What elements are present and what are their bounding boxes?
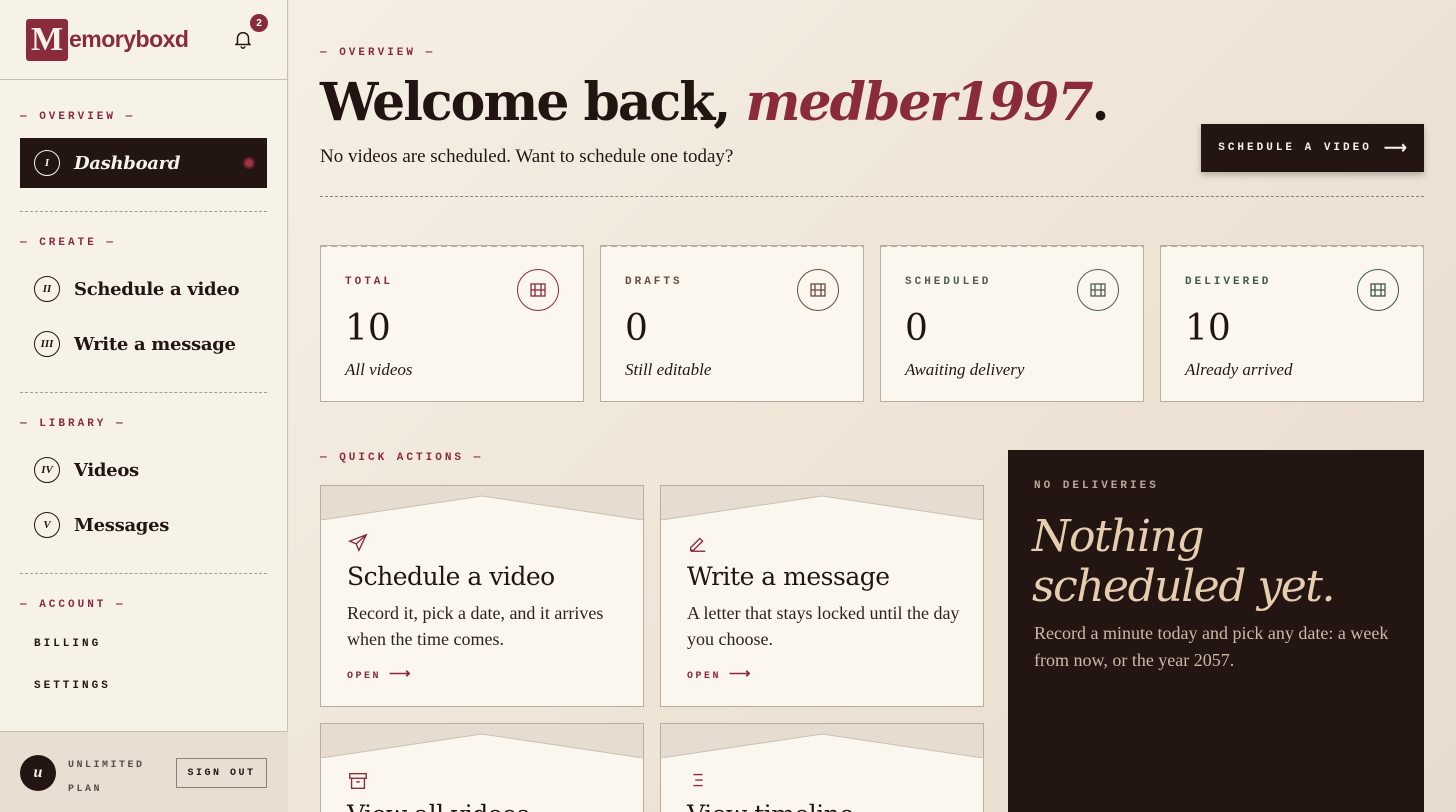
plan-line-1: UNLIMITED: [68, 760, 145, 771]
quick-actions-kicker: — QUICK ACTIONS —: [320, 452, 484, 464]
quick-action-title: View all videos: [347, 800, 529, 812]
numeral-badge: I: [34, 150, 60, 176]
section-label-overview: — OVERVIEW —: [20, 111, 136, 123]
sidebar: M emoryboxd 2 — OVERVIEW — I Dashboard —…: [0, 0, 288, 812]
sign-out-button[interactable]: SIGN OUT: [176, 758, 267, 788]
divider: [20, 573, 267, 574]
quick-action-write-message[interactable]: Write a message A letter that stays lock…: [660, 485, 984, 707]
quick-action-title: Write a message: [687, 562, 890, 591]
divider: [320, 196, 1424, 197]
sidebar-item-label: Schedule a video: [74, 278, 240, 300]
stat-label: SCHEDULED: [905, 276, 992, 288]
numeral-badge: III: [34, 331, 60, 357]
list-icon: [693, 773, 703, 787]
quick-action-view-videos[interactable]: View all videos: [320, 723, 644, 812]
welcome-suffix: .: [1091, 72, 1110, 133]
active-indicator: [243, 157, 255, 169]
envelope-flap: [321, 724, 643, 758]
stat-card-scheduled[interactable]: SCHEDULED 0 Awaiting delivery: [880, 245, 1144, 402]
send-icon: [347, 533, 368, 553]
plan-line-2: PLAN: [68, 784, 103, 795]
divider: [20, 392, 267, 393]
film-icon: [517, 269, 559, 311]
main-content: — OVERVIEW — Welcome back, medber1997. N…: [289, 0, 1456, 812]
sidebar-item-label: Write a message: [74, 333, 236, 355]
arrow-right-icon: ⟶: [389, 666, 411, 683]
numeral-badge: V: [34, 512, 60, 538]
stat-caption: Already arrived: [1185, 360, 1293, 379]
plan-label: UNLIMITED PLAN: [68, 754, 158, 802]
envelope-flap: [321, 486, 643, 520]
section-label-library: — LIBRARY —: [20, 418, 126, 430]
sidebar-item-messages[interactable]: V Messages: [20, 500, 267, 550]
open-label: OPEN: [347, 671, 382, 682]
avatar[interactable]: u: [20, 755, 56, 791]
schedule-video-button[interactable]: SCHEDULE A VIDEO ⟶: [1201, 124, 1424, 172]
deliveries-title: Nothing scheduled yet.: [1032, 511, 1335, 612]
divider: [20, 211, 267, 212]
sidebar-item-write-message[interactable]: III Write a message: [20, 319, 267, 369]
sidebar-item-videos[interactable]: IV Videos: [20, 445, 267, 495]
stat-value: 10: [1185, 308, 1231, 349]
welcome-prefix: Welcome back,: [320, 72, 746, 133]
quick-action-title: Schedule a video: [347, 562, 555, 591]
numeral-badge: II: [34, 276, 60, 302]
stat-card-drafts[interactable]: DRAFTS 0 Still editable: [600, 245, 864, 402]
quick-action-schedule-video[interactable]: Schedule a video Record it, pick a date,…: [320, 485, 644, 707]
stat-label: DELIVERED: [1185, 276, 1272, 288]
stat-caption: Still editable: [625, 360, 712, 379]
open-link[interactable]: OPEN ⟶: [687, 664, 751, 683]
billing-link[interactable]: BILLING: [34, 638, 101, 650]
sidebar-footer: u UNLIMITED PLAN SIGN OUT: [0, 731, 288, 812]
open-link[interactable]: OPEN ⟶: [347, 664, 411, 683]
sidebar-item-label: Dashboard: [74, 152, 181, 174]
notification-badge: 2: [250, 14, 268, 32]
stat-caption: Awaiting delivery: [905, 360, 1025, 379]
stat-card-total[interactable]: TOTAL 10 All videos: [320, 245, 584, 402]
deliveries-kicker: NO DELIVERIES: [1034, 480, 1159, 492]
sidebar-item-dashboard[interactable]: I Dashboard: [20, 138, 267, 188]
deliveries-description: Record a minute today and pick any date:…: [1034, 623, 1389, 670]
quick-action-title: View timeline: [687, 800, 854, 812]
section-label-create: — CREATE —: [20, 237, 117, 249]
bell-icon[interactable]: [232, 28, 254, 50]
stat-value: 10: [345, 308, 391, 349]
logo-text[interactable]: emoryboxd: [69, 26, 189, 53]
overview-kicker: — OVERVIEW —: [320, 47, 436, 59]
quick-action-view-timeline[interactable]: View timeline: [660, 723, 984, 812]
stat-caption: All videos: [345, 360, 413, 379]
sidebar-item-label: Videos: [74, 459, 139, 481]
open-label: OPEN: [687, 671, 722, 682]
film-icon: [1357, 269, 1399, 311]
sidebar-item-label: Messages: [74, 514, 170, 536]
settings-link[interactable]: SETTINGS: [34, 680, 111, 692]
brand: M emoryboxd 2: [0, 0, 287, 80]
sidebar-item-schedule-video[interactable]: II Schedule a video: [20, 264, 267, 314]
username: medber1997: [745, 72, 1094, 133]
arrow-right-icon: ⟶: [729, 666, 751, 683]
envelope-flap: [661, 486, 983, 520]
arrow-right-icon: ⟶: [1383, 140, 1407, 158]
pen-icon: [689, 537, 706, 552]
stat-label: TOTAL: [345, 276, 394, 288]
quick-action-description: A letter that stays locked until the day…: [687, 603, 960, 649]
quick-action-description: Record it, pick a date, and it arrives w…: [347, 603, 604, 649]
page-subtitle: No videos are scheduled. Want to schedul…: [320, 146, 734, 167]
section-label-account: — ACCOUNT —: [20, 599, 126, 611]
page-title: Welcome back, medber1997.: [320, 72, 1110, 133]
cta-label: SCHEDULE A VIDEO: [1218, 142, 1372, 154]
stat-value: 0: [905, 308, 928, 349]
stat-label: DRAFTS: [625, 276, 683, 288]
film-icon: [1077, 269, 1119, 311]
deliveries-panel: NO DELIVERIES Nothing scheduled yet. Rec…: [1008, 450, 1424, 812]
numeral-badge: IV: [34, 457, 60, 483]
stat-card-delivered[interactable]: DELIVERED 10 Already arrived: [1160, 245, 1424, 402]
archive-icon: [349, 772, 367, 790]
envelope-flap: [661, 724, 983, 758]
stat-value: 0: [625, 308, 648, 349]
logo-mark[interactable]: M: [26, 18, 68, 61]
film-icon: [797, 269, 839, 311]
